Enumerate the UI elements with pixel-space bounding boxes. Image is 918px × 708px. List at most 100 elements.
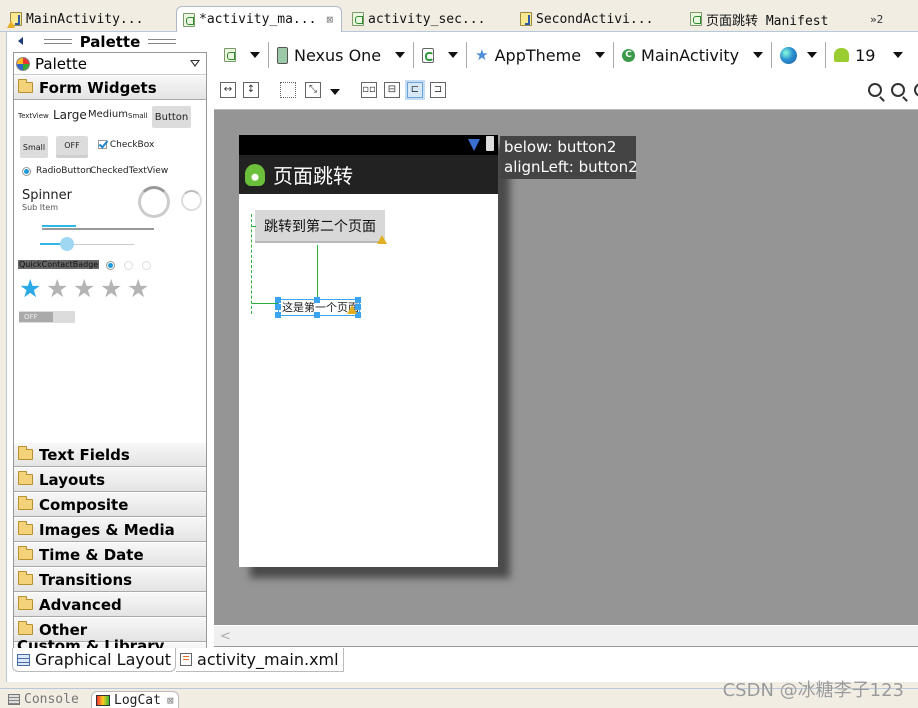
widget-checkbox[interactable]: CheckBox <box>98 140 154 150</box>
folder-icon <box>18 496 33 510</box>
preview-jump-button[interactable]: 跳转到第二个页面 <box>255 210 385 243</box>
margins-icon[interactable] <box>280 82 296 98</box>
resize-handle[interactable] <box>314 297 320 303</box>
resize-handle[interactable] <box>275 297 281 303</box>
tab-xml-source[interactable]: activity_main.xml <box>176 648 344 672</box>
widget-checkedtextview[interactable]: CheckedTextView <box>90 166 168 176</box>
widget-small-button[interactable]: Small <box>20 136 48 158</box>
widget-switch[interactable]: OFF <box>19 311 75 323</box>
tab-overflow-button[interactable]: »2 <box>864 6 889 32</box>
palette-icon <box>16 56 30 71</box>
toggle-fill-height-icon[interactable]: ↕ <box>243 82 259 98</box>
category-item[interactable]: Composite <box>14 492 206 517</box>
zoom-in-icon[interactable] <box>914 83 918 97</box>
folder-icon <box>18 571 33 585</box>
device-preview[interactable]: 页面跳转 <box>239 135 498 567</box>
tooltip-line: below: button2 <box>504 138 617 156</box>
chevron-down-icon[interactable] <box>190 60 200 67</box>
star-empty-icon: ★ <box>46 274 69 303</box>
widget-quickcontactbadge[interactable]: QuickContactBadge <box>18 260 100 269</box>
chevron-down-icon <box>807 52 818 58</box>
layout-file-dropdown[interactable] <box>216 42 268 68</box>
widget-progressbar-large[interactable] <box>138 186 170 218</box>
collapse-left-icon[interactable] <box>18 37 23 45</box>
drag-handle-icon[interactable] <box>43 39 72 44</box>
category-form-widgets[interactable]: Form Widgets <box>14 75 206 100</box>
widget-toggle-button[interactable]: OFF <box>56 136 88 158</box>
scroll-left-icon[interactable]: < <box>220 629 231 644</box>
tab-console[interactable]: Console <box>8 691 79 708</box>
folder-icon <box>18 546 33 560</box>
category-item[interactable]: Time & Date <box>14 542 206 567</box>
resize-handle[interactable] <box>355 297 361 303</box>
resize-handle[interactable] <box>275 312 281 318</box>
widget-spinner-subitem: Sub Item <box>22 203 58 212</box>
seekbar-thumb[interactable] <box>60 237 74 251</box>
tab-activity-second-xml[interactable]: activity_sec... <box>346 6 491 32</box>
tab-label: SecondActivi... <box>536 11 654 27</box>
widget-large-text[interactable]: Large <box>53 108 87 122</box>
layout-actions-toolbar: ↔ ↕ ⤡ ▫▫ ⊟ ⊏ ⊐ <box>216 78 918 104</box>
category-item[interactable]: Images & Media <box>14 517 206 542</box>
drag-handle-icon[interactable] <box>148 39 177 44</box>
watermark: CSDN @冰糖李子123 <box>722 680 904 701</box>
category-label: Images & Media <box>39 520 175 539</box>
widget-progressbar-horizontal[interactable] <box>42 228 154 230</box>
resize-handle[interactable] <box>314 312 320 318</box>
checkbox-checked-icon <box>98 140 107 149</box>
widget-button[interactable]: Button <box>152 106 191 128</box>
orientation-dropdown[interactable] <box>414 42 466 68</box>
star-empty-icon: ★ <box>127 274 150 303</box>
logcat-icon <box>96 694 110 706</box>
zoom-fit-icon[interactable] <box>891 83 905 97</box>
resize-handle[interactable] <box>275 304 281 310</box>
chevron-down-icon <box>595 52 606 58</box>
guide-arrow-left <box>252 226 256 227</box>
locale-dropdown[interactable] <box>772 42 825 68</box>
form-widgets-grid: TextView Large Medium Small Button Small… <box>14 100 206 409</box>
graphical-layout-icon <box>17 653 30 666</box>
tab-graphical-layout[interactable]: Graphical Layout <box>12 648 177 672</box>
tab-logcat[interactable]: LogCat ⊠ <box>91 691 179 708</box>
rotate-icon <box>422 47 435 63</box>
auto-connect-icon[interactable]: ⊐ <box>430 82 446 98</box>
tab-manifest[interactable]: 页面跳转 Manifest <box>684 6 834 32</box>
category-item[interactable]: Advanced <box>14 592 206 617</box>
theme-dropdown[interactable]: ★ AppTheme <box>467 42 613 68</box>
widget-textview[interactable]: TextView <box>18 112 49 120</box>
activity-dropdown[interactable]: C MainActivity <box>614 42 771 68</box>
align-to-parent-icon[interactable]: ⊏ <box>405 80 425 100</box>
tab-secondactivity-java[interactable]: SecondActivi... <box>514 6 659 32</box>
widget-radiobutton[interactable]: RadioButton <box>36 166 91 176</box>
layout-horizontal-icon[interactable]: ▫▫ <box>361 82 377 98</box>
widget-spinner[interactable]: Spinner <box>22 188 72 203</box>
theme-label: AppTheme <box>494 45 582 65</box>
category-item[interactable]: Layouts <box>14 467 206 492</box>
device-dropdown[interactable]: Nexus One <box>269 42 413 68</box>
zoom-out-icon[interactable] <box>868 83 882 97</box>
widget-progressbar-normal[interactable] <box>181 190 202 211</box>
widget-small-text[interactable]: Small <box>128 112 147 120</box>
toggle-fill-width-icon[interactable]: ↔ <box>220 82 236 98</box>
star-filled-icon: ★ <box>19 274 42 303</box>
chevron-down-icon <box>250 52 260 58</box>
app-title: 页面跳转 <box>273 164 353 188</box>
close-icon[interactable]: ⊠ <box>326 13 333 26</box>
tab-activity-main-xml[interactable]: *activity_ma... ⊠ <box>176 6 342 32</box>
widget-medium-text[interactable]: Medium <box>88 109 128 120</box>
xml-layout-icon <box>352 12 364 26</box>
category-item[interactable]: Transitions <box>14 567 206 592</box>
status-bar <box>239 135 498 155</box>
palette-selector[interactable]: Palette <box>14 53 206 75</box>
category-label: Transitions <box>39 570 133 589</box>
gravity-icon[interactable]: ⤡ <box>305 82 321 98</box>
chevron-down-icon[interactable] <box>330 89 340 95</box>
horizontal-scrollbar[interactable]: < <box>214 625 918 647</box>
category-label: Text Fields <box>39 445 130 464</box>
category-item[interactable]: Text Fields <box>14 442 206 467</box>
java-file-warning-icon <box>7 12 22 28</box>
tab-mainactivity-java[interactable]: MainActivity... <box>4 6 149 32</box>
api-level-dropdown[interactable]: 19 <box>826 42 911 68</box>
class-icon: C <box>622 48 636 62</box>
layout-vertical-icon[interactable]: ⊟ <box>384 82 400 98</box>
